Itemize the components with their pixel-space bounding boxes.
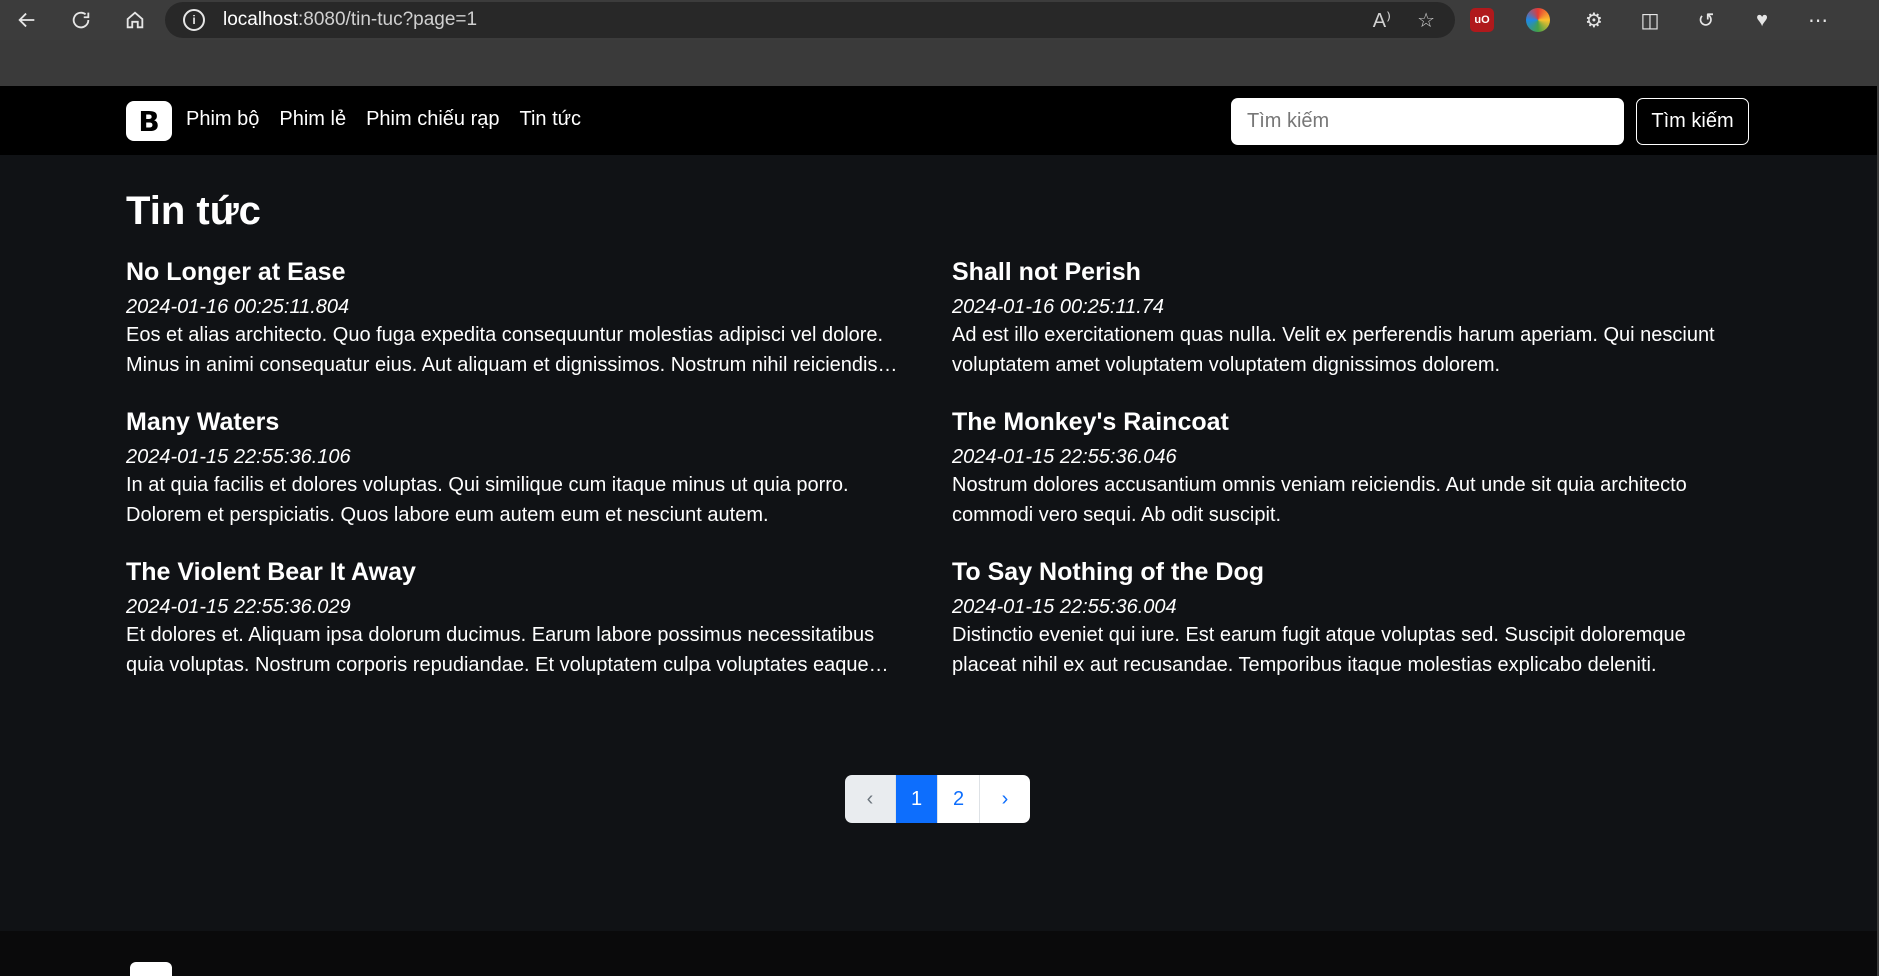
nav-link-tin-tuc[interactable]: Tin tức [519,108,581,131]
search-input[interactable] [1231,98,1624,145]
news-excerpt: Et dolores et. Aliquam ipsa dolorum duci… [126,624,875,676]
news-title[interactable]: The Violent Bear It Away [126,555,912,589]
url-host: localhost [223,9,298,30]
nav-link-phim-le[interactable]: Phim lẻ [279,108,346,131]
news-title[interactable]: To Say Nothing of the Dog [952,555,1716,589]
news-date: 2024-01-15 22:55:36.106 [126,446,351,468]
reload-icon[interactable] [54,0,108,40]
extensions-puzzle-icon[interactable]: ⚙ [1582,8,1606,32]
news-title[interactable]: No Longer at Ease [126,255,912,289]
pagination: ‹ 1 2 › [845,775,1030,823]
browser-toolbar: i localhost:8080/tin-tuc?page=1 A⁾ ☆ uO … [0,0,1879,40]
news-item: Many Waters 2024-01-15 22:55:36.106 In a… [126,405,952,555]
news-excerpt: Eos et alias architecto. Quo fuga expedi… [126,324,884,376]
news-item: Shall not Perish 2024-01-16 00:25:11.74 … [952,255,1756,405]
pagination-page-1[interactable]: 1 [896,775,938,823]
home-icon[interactable] [108,0,162,40]
news-item: The Monkey's Raincoat 2024-01-15 22:55:3… [952,405,1756,555]
pagination-prev-button[interactable]: ‹ [845,775,896,823]
history-icon[interactable]: ↺ [1694,8,1718,32]
main-content: Tin tức No Longer at Ease 2024-01-16 00:… [126,189,1756,676]
news-date: 2024-01-16 00:25:11.804 [126,296,350,318]
more-menu-icon[interactable]: ⋯ [1806,8,1830,32]
favorite-star-icon[interactable]: ☆ [1417,8,1435,33]
browser-essentials-icon[interactable]: ♥ [1750,8,1774,32]
news-excerpt: Distinctio eveniet qui iure. Est earum f… [952,624,1686,676]
news-item: To Say Nothing of the Dog 2024-01-15 22:… [952,555,1756,705]
site-info-icon[interactable]: i [183,9,205,31]
split-screen-icon[interactable]: ◫ [1638,8,1662,32]
back-icon[interactable] [0,0,54,40]
news-excerpt: In at quia facilis et dolores voluptas. … [126,474,849,526]
ublock-extension-icon[interactable]: uO [1470,8,1494,32]
read-aloud-icon[interactable]: A⁾ [1373,8,1391,33]
pagination-page-2[interactable]: 2 [938,775,980,823]
search-button[interactable]: Tìm kiếm [1636,98,1749,145]
news-title[interactable]: The Monkey's Raincoat [952,405,1716,439]
url-path: :8080/tin-tuc?page=1 [298,9,478,30]
nav-link-phim-chieu-rap[interactable]: Phim chiếu rạp [366,108,499,131]
news-excerpt: Ad est illo exercitationem quas nulla. V… [952,324,1715,376]
url-text[interactable]: localhost:8080/tin-tuc?page=1 [223,9,477,31]
footer-logo [130,962,172,976]
browser-gap [0,40,1879,86]
news-date: 2024-01-15 22:55:36.046 [952,446,1177,468]
bootstrap-logo[interactable]: B [126,101,172,141]
address-bar[interactable]: i localhost:8080/tin-tuc?page=1 A⁾ ☆ [165,2,1455,38]
news-item: No Longer at Ease 2024-01-16 00:25:11.80… [126,255,952,405]
news-grid: No Longer at Ease 2024-01-16 00:25:11.80… [126,255,1756,705]
pagination-next-button[interactable]: › [980,775,1030,823]
site-navbar: B Phim bộ Phim lẻ Phim chiếu rạp Tin tức… [0,86,1877,155]
news-title[interactable]: Shall not Perish [952,255,1716,289]
nav-link-phim-bo[interactable]: Phim bộ [186,108,259,131]
news-date: 2024-01-16 00:25:11.74 [952,296,1165,318]
news-title[interactable]: Many Waters [126,405,912,439]
news-excerpt: Nostrum dolores accusantium omnis veniam… [952,474,1687,526]
news-date: 2024-01-15 22:55:36.004 [952,596,1177,618]
nav-links: Phim bộ Phim lẻ Phim chiếu rạp Tin tức [186,108,581,131]
site-footer [0,931,1877,976]
news-date: 2024-01-15 22:55:36.029 [126,596,351,618]
news-item: The Violent Bear It Away 2024-01-15 22:5… [126,555,952,705]
page-title: Tin tức [126,189,261,233]
color-picker-extension-icon[interactable] [1526,8,1550,32]
web-page: B Phim bộ Phim lẻ Phim chiếu rạp Tin tức… [0,86,1877,976]
